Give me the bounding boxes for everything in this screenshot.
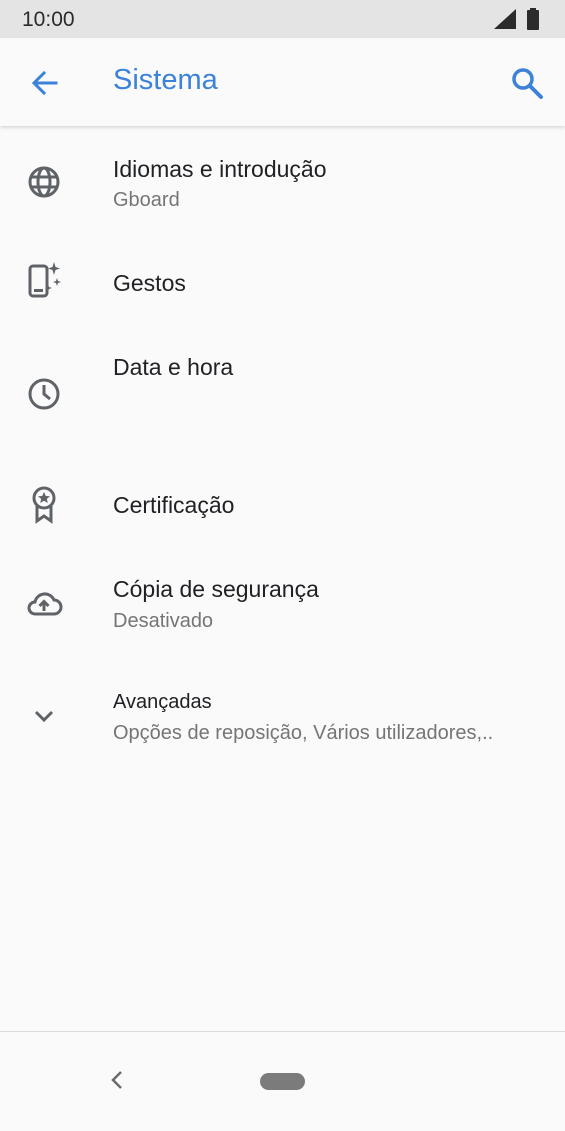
app-bar: Sistema [0,38,565,126]
setting-subtitle: Gboard [113,189,180,211]
setting-title: Idiomas e introdução [113,156,327,182]
setting-certification[interactable]: Certificação [0,468,565,548]
status-time: 10:00 [22,8,75,31]
setting-advanced[interactable]: Avançadas Opções de reposição, Vários ut… [0,684,565,764]
globe-icon [28,166,60,198]
setting-title: Avançadas [113,691,212,713]
chevron-down-icon [34,710,54,723]
nav-back-icon[interactable] [108,1068,126,1092]
status-icons [493,8,543,30]
setting-title: Gestos [113,270,186,296]
setting-subtitle: Opções de reposição, Vários utilizadores… [113,722,494,744]
setting-backup[interactable]: Cópia de segurança Desativado [0,568,565,648]
battery-icon [527,8,539,30]
setting-datetime[interactable]: Data e hora [0,340,565,450]
certificate-icon [32,486,56,524]
cloud-upload-icon [27,592,63,616]
setting-gestures[interactable]: Gestos [0,240,565,320]
setting-languages[interactable]: Idiomas e introdução Gboard [0,146,565,226]
page-title: Sistema [113,64,218,96]
setting-subtitle: Desativado [113,610,214,632]
search-icon[interactable] [509,65,545,101]
status-bar: 10:00 [0,0,565,38]
gestures-icon [28,262,61,298]
setting-title: Data e hora [113,354,234,380]
setting-title: Cópia de segurança [113,576,319,602]
signal-icon [494,9,516,29]
arrow-back-icon[interactable] [28,66,62,100]
setting-title: Certificação [113,492,235,518]
navigation-bar [0,1031,565,1131]
home-pill-icon[interactable] [260,1073,305,1090]
clock-icon [28,378,60,410]
